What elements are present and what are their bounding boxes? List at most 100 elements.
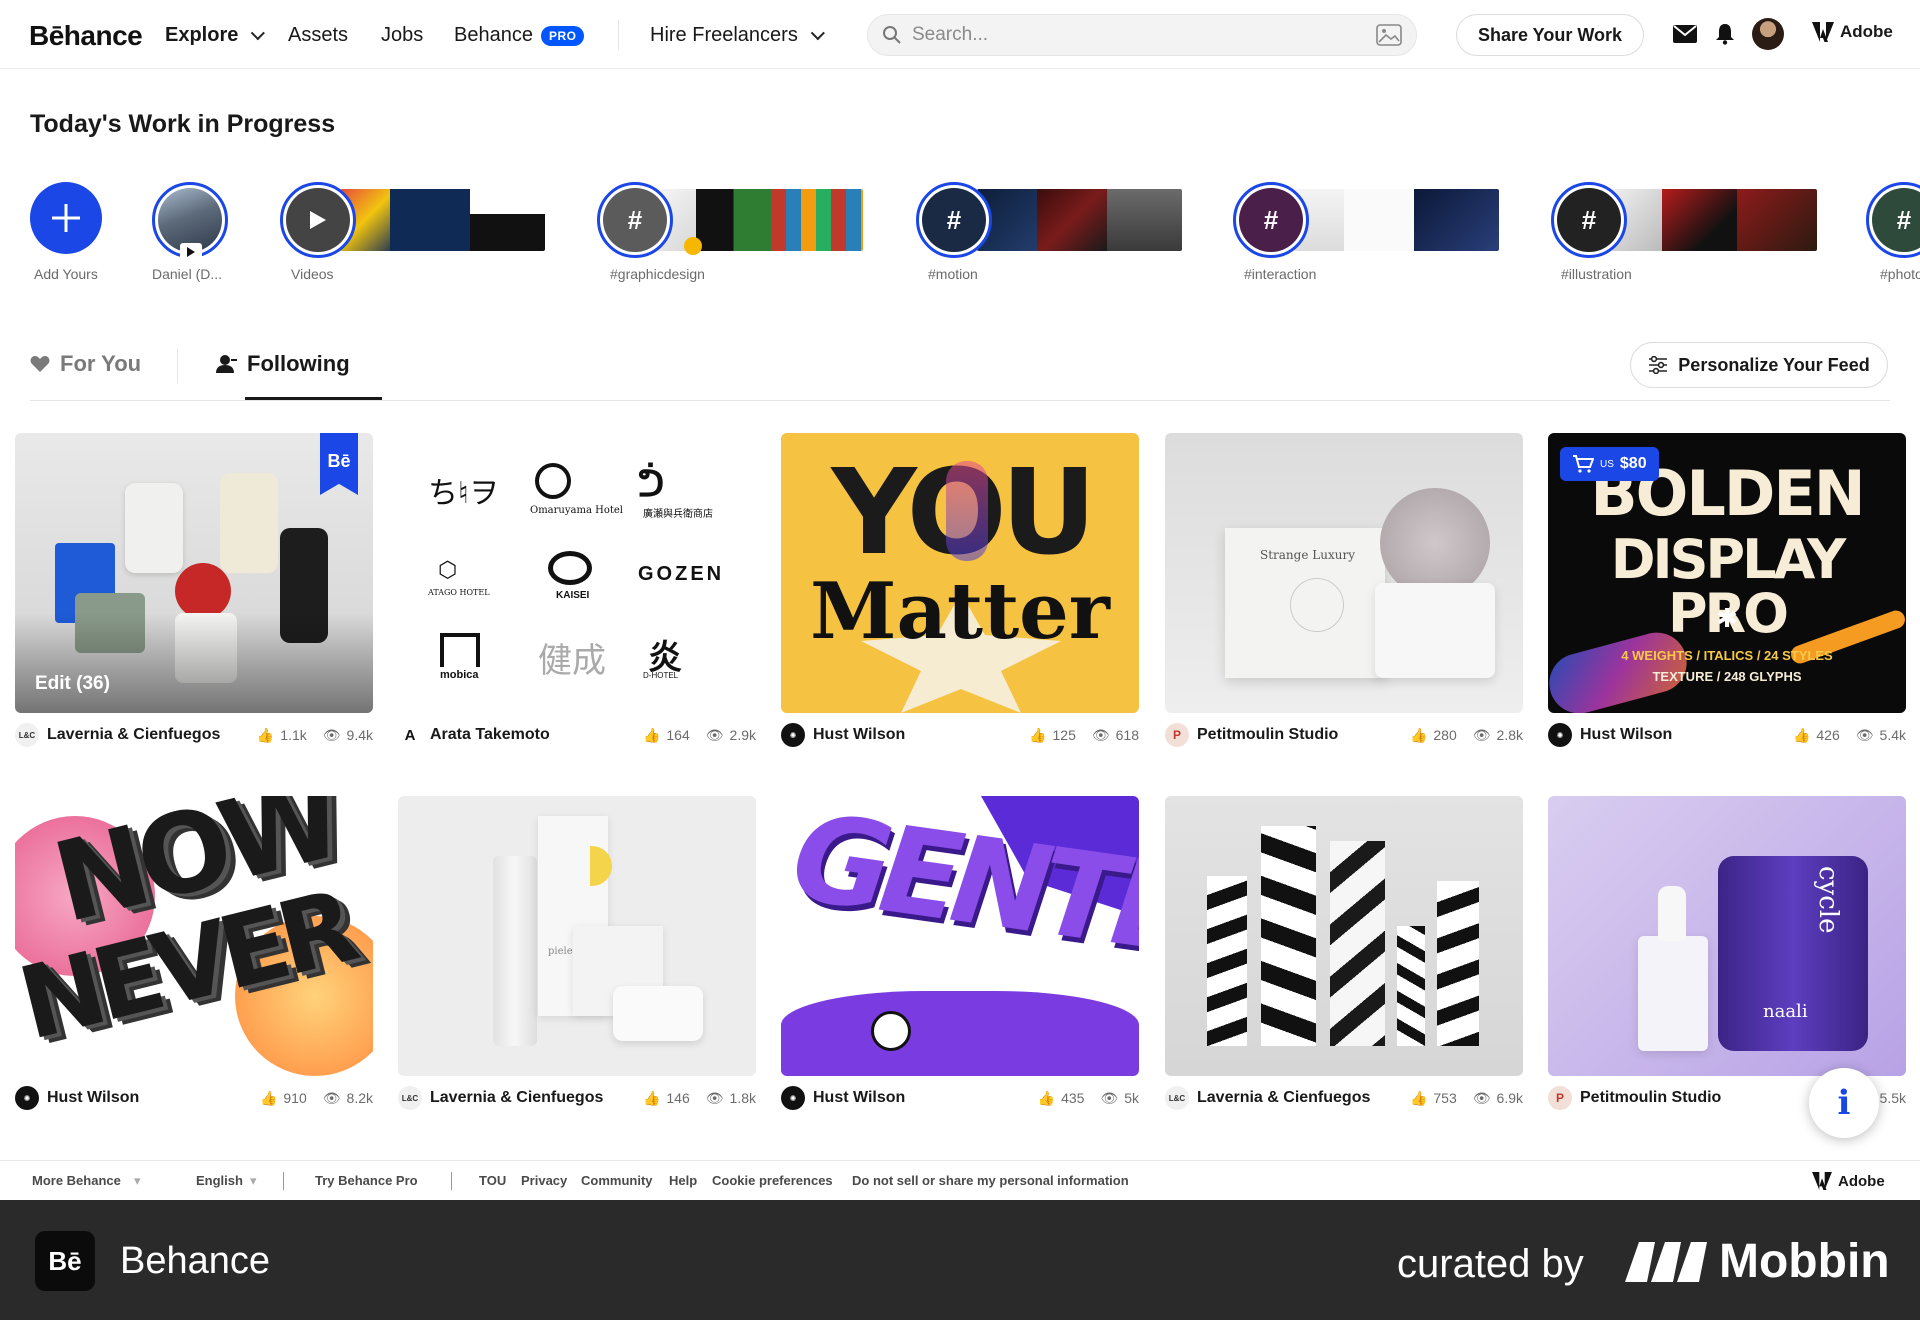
- info-icon: i: [1837, 1083, 1851, 1123]
- user-avatar[interactable]: [1752, 18, 1784, 50]
- heart-icon: [30, 356, 50, 372]
- project-thumbnail[interactable]: piele: [398, 796, 756, 1076]
- notifications-bell-icon[interactable]: [1711, 20, 1739, 48]
- mail-icon[interactable]: [1671, 20, 1699, 48]
- hashtag-icon: #: [1872, 188, 1920, 252]
- image-search-icon[interactable]: [1376, 24, 1402, 46]
- owner-avatar[interactable]: L&C: [15, 723, 39, 747]
- owner-name[interactable]: Hust Wilson: [1580, 726, 1672, 744]
- personalize-label: Personalize Your Feed: [1678, 354, 1870, 375]
- project-thumbnail[interactable]: YOU Matter: [781, 433, 1139, 713]
- project-thumbnail[interactable]: [1165, 796, 1523, 1076]
- tab-for-you[interactable]: For You: [30, 351, 141, 377]
- views-eye-icon: 👁: [322, 726, 341, 743]
- thumb-label: naali: [1763, 1001, 1808, 1022]
- mobbin-logo: Mobbin: [1625, 1234, 1890, 1289]
- story-avatar[interactable]: #: [1551, 182, 1627, 258]
- appreciate-thumb-icon: 👍: [1409, 1089, 1428, 1106]
- owner-avatar[interactable]: P: [1548, 1086, 1572, 1110]
- footer-community[interactable]: Community: [581, 1173, 653, 1188]
- tab-following[interactable]: Following: [215, 351, 350, 377]
- views-eye-icon: 👁: [1855, 726, 1874, 743]
- footer-try-pro[interactable]: Try Behance Pro: [315, 1173, 418, 1188]
- project-thumbnail[interactable]: GENTLE: [781, 796, 1139, 1076]
- nav-jobs[interactable]: Jobs: [381, 24, 423, 47]
- owner-name[interactable]: Hust Wilson: [813, 1089, 905, 1107]
- owner-name[interactable]: Petitmoulin Studio: [1580, 1089, 1721, 1107]
- story-preview-strip: [340, 189, 545, 251]
- likes-count: 164: [666, 727, 690, 743]
- logo-text: Omaruyama Hotel: [530, 505, 623, 516]
- views-count: 5k: [1124, 1090, 1139, 1106]
- project-meta: ✺ Hust Wilson 👍 426 👁 5.4k: [1548, 723, 1906, 747]
- owner-avatar[interactable]: L&C: [398, 1086, 422, 1110]
- nav-hire-freelancers[interactable]: Hire Freelancers: [650, 24, 825, 47]
- story-avatar[interactable]: #: [597, 182, 673, 258]
- project-thumbnail[interactable]: cycle naali: [1548, 796, 1906, 1076]
- share-your-work-button[interactable]: Share Your Work: [1456, 14, 1644, 56]
- nav-behance-pro[interactable]: Behance PRO: [454, 24, 585, 47]
- project-thumbnail[interactable]: Strange Luxury: [1165, 433, 1523, 713]
- project-thumbnail[interactable]: BOLDEN DISPLAY PRO ✱ 4 WEIGHTS / ITALICS…: [1548, 433, 1906, 713]
- hashtag-icon: #: [1239, 188, 1303, 252]
- price-value: $80: [1619, 455, 1647, 472]
- appreciate-thumb-icon: 👍: [642, 1089, 661, 1106]
- owner-avatar[interactable]: L&C: [1165, 1086, 1189, 1110]
- nav-explore[interactable]: Explore: [165, 24, 266, 47]
- add-story-button[interactable]: [30, 182, 102, 254]
- behance-logo[interactable]: Bēhance: [29, 20, 143, 52]
- owner-name[interactable]: Hust Wilson: [47, 1089, 139, 1107]
- info-button[interactable]: i: [1809, 1068, 1879, 1138]
- owner-avatar[interactable]: A: [398, 723, 422, 747]
- footer-cookie-preferences[interactable]: Cookie preferences: [712, 1173, 833, 1188]
- owner-avatar[interactable]: ✺: [15, 1086, 39, 1110]
- hashtag-icon: #: [922, 188, 986, 252]
- search-input[interactable]: [912, 24, 1376, 46]
- shopping-cart-icon: [1573, 455, 1594, 473]
- owner-avatar[interactable]: ✺: [1548, 723, 1572, 747]
- thumb-caption-2: TEXTURE / 248 GLYPHS: [1652, 669, 1802, 684]
- personalize-feed-button[interactable]: Personalize Your Feed: [1630, 342, 1888, 388]
- footer-adobe-link[interactable]: Adobe: [1812, 1172, 1885, 1190]
- top-navigation: Bēhance Explore Assets Jobs Behance PRO …: [0, 0, 1920, 69]
- nav-assets[interactable]: Assets: [288, 24, 348, 47]
- adobe-link[interactable]: Adobe: [1812, 22, 1893, 42]
- owner-name[interactable]: Lavernia & Cienfuegos: [430, 1089, 603, 1107]
- footer-more-behance[interactable]: More Behance: [32, 1173, 121, 1188]
- adobe-logo-icon: [1812, 22, 1834, 42]
- price-prefix: US: [1600, 458, 1614, 470]
- pro-badge: PRO: [540, 25, 585, 46]
- story-avatar[interactable]: #: [916, 182, 992, 258]
- video-play-icon: [180, 243, 202, 261]
- project-meta: A Arata Takemoto 👍 164 👁 2.9k: [398, 723, 756, 747]
- story-avatar[interactable]: #: [1866, 182, 1920, 258]
- owner-avatar[interactable]: ✺: [781, 723, 805, 747]
- story-avatar[interactable]: [280, 182, 356, 258]
- search-bar[interactable]: [867, 14, 1417, 56]
- views-count: 1.8k: [729, 1090, 756, 1106]
- project-thumbnail[interactable]: ち♮ヲ Omaruyama Hotel ᕥ 廣瀬與兵衛商店 ⬡ ATAGO HO…: [398, 433, 756, 713]
- likes-count: 435: [1061, 1090, 1085, 1106]
- owner-name[interactable]: Lavernia & Cienfuegos: [1197, 1089, 1370, 1107]
- owner-avatar[interactable]: ✺: [781, 1086, 805, 1110]
- footer-privacy[interactable]: Privacy: [521, 1173, 567, 1188]
- story-avatar[interactable]: #: [1233, 182, 1309, 258]
- adobe-label: Adobe: [1840, 22, 1893, 41]
- views-eye-icon: 👁: [705, 726, 724, 743]
- owner-name[interactable]: Petitmoulin Studio: [1197, 726, 1338, 744]
- nav-hire-label: Hire Freelancers: [650, 24, 798, 46]
- owner-name[interactable]: Lavernia & Cienfuegos: [47, 726, 220, 744]
- footer-help[interactable]: Help: [669, 1173, 697, 1188]
- project-thumbnail[interactable]: Bē Edit (36): [15, 433, 373, 713]
- footer-language[interactable]: English: [196, 1173, 243, 1188]
- owner-name[interactable]: Hust Wilson: [813, 726, 905, 744]
- owner-name[interactable]: Arata Takemoto: [430, 726, 550, 744]
- edit-overlay-label[interactable]: Edit (36): [35, 673, 110, 695]
- project-thumbnail[interactable]: NOW NEVER: [15, 796, 373, 1076]
- price-badge[interactable]: US $80: [1560, 447, 1659, 481]
- footer-do-not-sell[interactable]: Do not sell or share my personal informa…: [852, 1173, 1129, 1188]
- project-stats: 👍 910 👁 8.2k: [260, 1090, 373, 1107]
- owner-avatar[interactable]: P: [1165, 723, 1189, 747]
- nav-explore-label: Explore: [165, 24, 239, 46]
- footer-tou[interactable]: TOU: [479, 1173, 506, 1188]
